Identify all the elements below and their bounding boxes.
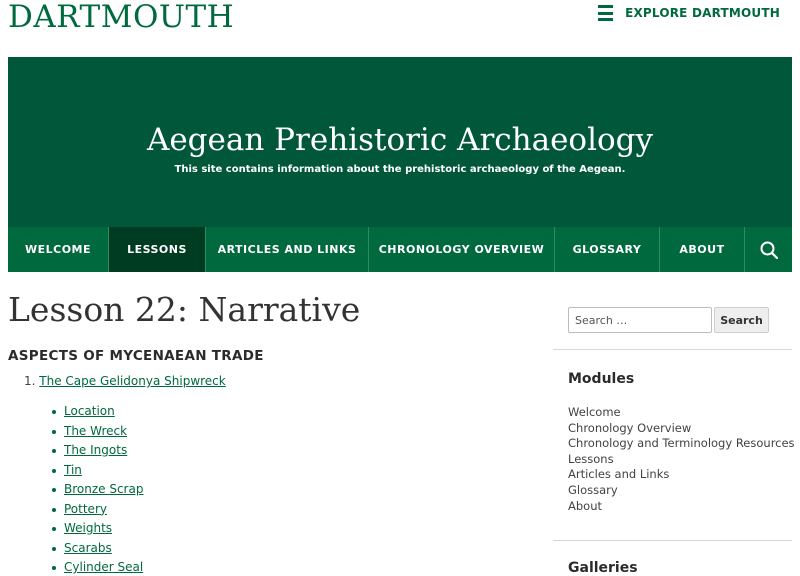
link-scarabs[interactable]: Scarabs [64, 541, 112, 555]
module-link-chronology-and-terminology-resources[interactable]: Chronology and Terminology Resources [568, 436, 795, 452]
galleries-title: Galleries [568, 560, 638, 576]
list-item: The Ingots [51, 441, 143, 461]
module-link-about[interactable]: About [568, 499, 795, 515]
list-item: Bronze Scrap [51, 480, 143, 500]
nav-item-articles-and-links[interactable]: ARTICLES AND LINKS [206, 227, 369, 272]
site-title[interactable]: Aegean Prehistoric Archaeology [8, 121, 792, 159]
site-description: This site contains information about the… [174, 164, 626, 175]
page-title: Lesson 22: Narrative [8, 290, 361, 329]
sidebar-divider [553, 349, 792, 350]
modules-list: Welcome Chronology Overview Chronology a… [568, 405, 795, 514]
link-the-ingots[interactable]: The Ingots [64, 443, 127, 457]
site-banner: Aegean Prehistoric Archaeology This site… [8, 57, 792, 227]
link-location[interactable]: Location [64, 404, 115, 418]
section-heading: ASPECTS OF MYCENAEAN TRADE [8, 348, 264, 364]
sidebar-divider [553, 540, 792, 541]
ordered-list-item: 1. The Cape Gelidonya Shipwreck [24, 374, 226, 388]
module-link-welcome[interactable]: Welcome [568, 405, 795, 421]
list-item: Weights [51, 519, 143, 539]
search-icon [760, 241, 778, 259]
list-item: Tin [51, 461, 143, 481]
list-number: 1. [24, 374, 36, 388]
list-item: Location [51, 402, 143, 422]
search-button[interactable]: Search [714, 307, 769, 333]
nav-item-lessons[interactable]: LESSONS [109, 227, 206, 272]
main-navigation: WELCOME LESSONS ARTICLES AND LINKS CHRON… [8, 227, 792, 272]
link-bronze-scrap[interactable]: Bronze Scrap [64, 482, 143, 496]
modules-title: Modules [568, 371, 635, 387]
link-weights[interactable]: Weights [64, 521, 112, 535]
module-link-lessons[interactable]: Lessons [568, 452, 795, 468]
module-link-chronology-overview[interactable]: Chronology Overview [568, 421, 795, 437]
nav-search-button[interactable] [745, 227, 792, 272]
explore-label: EXPLORE DARTMOUTH [625, 6, 780, 20]
nav-item-welcome[interactable]: WELCOME [8, 227, 109, 272]
nav-item-glossary[interactable]: GLOSSARY [555, 227, 660, 272]
explore-dartmouth-button[interactable]: EXPLORE DARTMOUTH [598, 5, 780, 21]
module-link-articles-and-links[interactable]: Articles and Links [568, 467, 795, 483]
link-pottery[interactable]: Pottery [64, 502, 107, 516]
link-cylinder-seal[interactable]: Cylinder Seal [64, 560, 143, 574]
module-link-glossary[interactable]: Glossary [568, 483, 795, 499]
search-input[interactable] [568, 307, 712, 333]
link-cape-gelidonya-shipwreck[interactable]: The Cape Gelidonya Shipwreck [39, 374, 225, 388]
list-item: Pottery [51, 500, 143, 520]
link-tin[interactable]: Tin [64, 463, 82, 477]
nav-item-about[interactable]: ABOUT [660, 227, 745, 272]
shipwreck-topics-list: Location The Wreck The Ingots Tin Bronze… [51, 402, 143, 576]
list-item: Scarabs [51, 539, 143, 559]
nav-item-chronology-overview[interactable]: CHRONOLOGY OVERVIEW [369, 227, 555, 272]
top-bar: DARTMOUTH EXPLORE DARTMOUTH [0, 0, 800, 56]
list-item: Cylinder Seal [51, 558, 143, 576]
dartmouth-logo[interactable]: DARTMOUTH [8, 0, 234, 34]
link-the-wreck[interactable]: The Wreck [64, 424, 127, 438]
menu-icon [598, 5, 614, 21]
list-item: The Wreck [51, 422, 143, 442]
